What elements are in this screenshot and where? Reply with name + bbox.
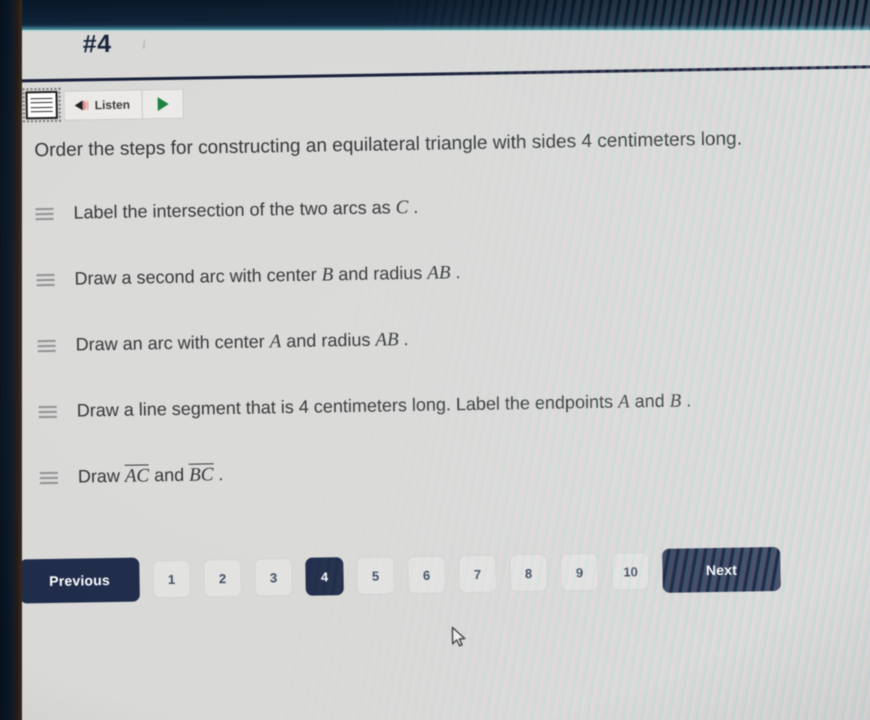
list-item-label: Draw AC and BC . [77,463,224,487]
left-bezel [0,0,22,720]
pagination: Previous 1 2 3 4 5 6 7 8 9 10 Next [19,546,781,604]
drag-handle-icon[interactable] [37,339,56,353]
grid-icon[interactable] [22,87,61,123]
screen-surface: #4 i Listen Order the steps for construc… [0,0,870,720]
question-header: #4 i [82,29,152,59]
page-button-10[interactable]: 10 [611,552,650,591]
list-item[interactable]: Draw AC and BC . [39,452,841,531]
drag-handle-icon[interactable] [36,273,55,287]
page-button-3[interactable]: 3 [254,557,293,597]
listen-toolbar: Listen [22,87,185,123]
next-button[interactable]: Next [662,546,781,593]
listen-button-label: Listen [94,97,131,113]
page-button-9[interactable]: 9 [560,552,599,592]
top-bezel [0,0,870,30]
play-button[interactable] [141,89,184,119]
page-button-4[interactable]: 4 [305,557,344,596]
question-prompt: Order the steps for constructing an equi… [34,128,743,162]
list-item-label: Draw a second arc with center B and radi… [74,262,461,289]
speaker-icon [74,99,89,111]
drag-handle-icon[interactable] [39,471,58,485]
header-divider [13,64,870,83]
page-button-5[interactable]: 5 [356,556,395,595]
previous-button[interactable]: Previous [19,557,140,604]
play-icon [157,96,169,112]
drag-handle-icon[interactable] [38,405,57,419]
drag-handle-icon[interactable] [35,207,54,221]
page-button-6[interactable]: 6 [407,555,446,595]
page-title: #4 [82,29,112,59]
photographed-screen: #4 i Listen Order the steps for construc… [0,0,870,720]
list-item-label: Label the intersection of the two arcs a… [73,196,419,223]
page-button-2[interactable]: 2 [203,558,242,598]
info-icon[interactable]: i [135,35,152,52]
sortable-steps-list: Label the intersection of the two arcs a… [35,188,840,531]
listen-toolbar-box: Listen [63,88,185,121]
listen-button[interactable]: Listen [64,90,142,119]
page-button-1[interactable]: 1 [152,559,191,599]
page-button-7[interactable]: 7 [458,554,497,594]
quiz-page: #4 i Listen Order the steps for construc… [0,0,870,720]
list-item-label: Draw an arc with center A and radius AB … [75,329,409,355]
page-button-8[interactable]: 8 [509,553,548,593]
mouse-pointer-icon [451,626,467,654]
